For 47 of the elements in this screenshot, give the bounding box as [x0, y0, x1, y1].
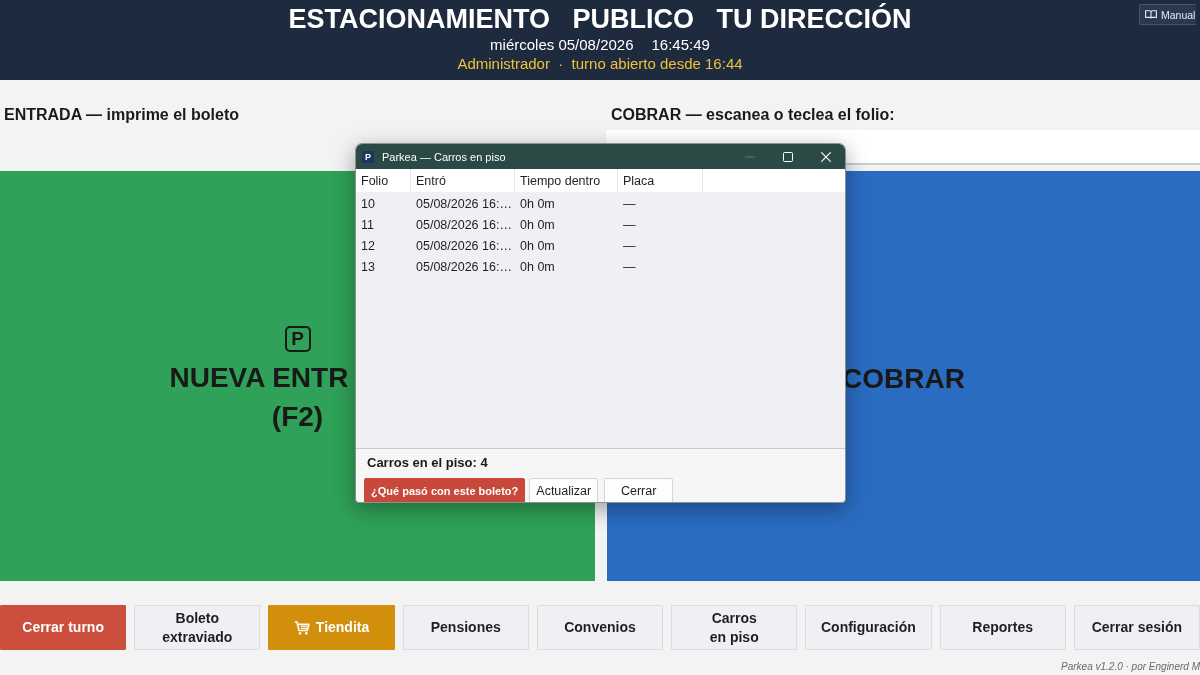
toolbar-button[interactable]: Cerrar sesión [1073, 605, 1200, 650]
manual-button[interactable]: Manual [1139, 4, 1197, 25]
table-cell-text: 0h 0m [519, 196, 556, 211]
table-cell-text: 12 [360, 238, 376, 253]
window-title: Parkea — Carros en piso [382, 150, 506, 163]
column-header[interactable]: Entró [411, 169, 515, 192]
clock-text: 16:45:49 [651, 36, 710, 54]
table-cell-text: 0h 0m [519, 238, 556, 253]
table-cell-text: 13 [360, 259, 376, 274]
column-header[interactable]: Folio [356, 169, 411, 192]
dialog-button[interactable]: Cerrar [604, 478, 674, 502]
dialog-button[interactable]: Actualizar [529, 478, 599, 502]
parking-icon: P [284, 326, 311, 352]
date-text: miércoles 05/08/2026 [490, 36, 634, 54]
toolbar-button[interactable]: Reportes [939, 605, 1066, 650]
checkout-heading: COBRAR — escanea o teclea el folio: [610, 105, 896, 125]
app-logo: P [362, 150, 374, 163]
table-cell-text: 0h 0m [519, 217, 556, 232]
table-cell-text: 05/08/2026 16:… [415, 238, 513, 253]
cars-count-text: Carros en el piso: 4 [367, 455, 488, 471]
version-credit: Parkea v1.2.0 · por Enginerd M [1061, 661, 1200, 673]
table-cell-text: 05/08/2026 16:… [415, 196, 513, 211]
table-cell-text: — [622, 259, 637, 274]
table-cell-text: 05/08/2026 16:… [415, 217, 513, 232]
column-header[interactable]: Tiempo dentro [515, 169, 618, 192]
book-icon [1145, 10, 1157, 19]
table-cell-text: — [622, 196, 637, 211]
toolbar-button[interactable]: Pensiones [402, 605, 529, 650]
close-icon [821, 151, 831, 162]
entry-heading: ENTRADA — imprime el boleto [3, 105, 240, 125]
toolbar-button[interactable]: Configuración [805, 605, 932, 650]
session-text: Administrador · turno abierto desde 16:44 [457, 54, 743, 74]
table-cell-text: 0h 0m [519, 259, 556, 274]
table-cell-text: 11 [360, 217, 375, 232]
table-cell-text: — [622, 217, 637, 232]
toolbar-button[interactable]: Cerrar turno [0, 605, 127, 650]
toolbar-button[interactable]: Convenios [536, 605, 664, 650]
toolbar-button[interactable]: Boleto extraviado [134, 605, 261, 650]
toolbar-button[interactable]: Carros en piso [671, 605, 798, 650]
dialog-button[interactable]: ¿Qué pasó con este boleto? [364, 478, 526, 502]
table-cell-text: — [622, 238, 637, 253]
maximize-icon [783, 151, 793, 162]
cart-icon [293, 620, 310, 635]
table-cell-text: 05/08/2026 16:… [415, 259, 513, 274]
table-cell-text: 10 [360, 196, 376, 211]
app-title: ESTACIONAMIENTO PUBLICO TU DIRECCIÓN [288, 4, 912, 35]
column-header[interactable]: Placa [618, 169, 703, 192]
